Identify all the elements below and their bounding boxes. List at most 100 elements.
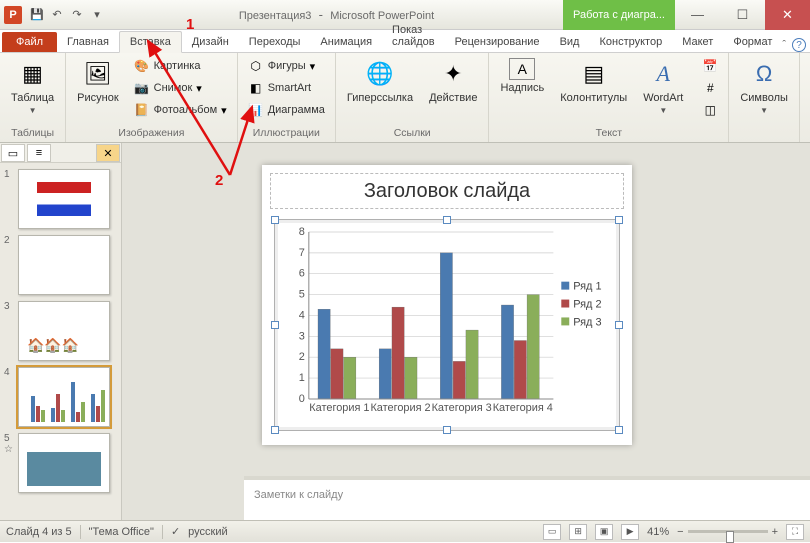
tab-review[interactable]: Рецензирование (445, 32, 550, 52)
svg-text:7: 7 (299, 247, 305, 259)
svg-text:5: 5 (299, 289, 305, 301)
tab-chart-design[interactable]: Конструктор (589, 32, 672, 52)
svg-text:Ряд 3: Ряд 3 (573, 316, 601, 328)
normal-view-button[interactable]: ▭ (543, 524, 561, 540)
chart-plot: 012345678Категория 1Категория 2Категория… (281, 226, 613, 423)
zoom-in-button[interactable]: + (772, 526, 778, 538)
thumbnail-3[interactable]: 3 (4, 301, 117, 361)
tab-chart-layout[interactable]: Макет (672, 32, 723, 52)
ribbon: ▦ Таблица ▼ Таблицы 🖼 Рисунок 🎨Картинка … (0, 53, 810, 143)
spellcheck-icon[interactable]: ✓ (171, 525, 180, 538)
wordart-button[interactable]: A WordArt ▼ (638, 55, 688, 118)
action-icon: ✦ (437, 58, 469, 90)
svg-text:Категория 2: Категория 2 (370, 402, 430, 414)
chart-object[interactable]: 012345678Категория 1Категория 2Категория… (274, 219, 620, 431)
table-button[interactable]: ▦ Таблица ▼ (6, 55, 59, 118)
date-button[interactable]: 📅 (698, 56, 722, 76)
object-button[interactable]: ◫ (698, 100, 722, 120)
powerpoint-logo: P (4, 6, 22, 24)
slide-stage[interactable]: Заголовок слайда 012345678Категория 1Кат… (122, 143, 810, 520)
tab-file[interactable]: Файл (2, 32, 57, 52)
notes-pane[interactable]: Заметки к слайду (244, 476, 810, 520)
slide-canvas[interactable]: Заголовок слайда 012345678Категория 1Кат… (262, 165, 632, 445)
thumbnail-4[interactable]: 4 (4, 367, 117, 427)
zoom-track[interactable] (688, 530, 768, 533)
save-icon[interactable]: 💾 (28, 6, 46, 24)
slideshow-view-button[interactable]: ▶ (621, 524, 639, 540)
picture-button[interactable]: 🖼 Рисунок (72, 55, 124, 118)
textbox-icon: A (509, 58, 535, 80)
zoom-slider[interactable]: − + (677, 526, 778, 538)
maximize-button[interactable]: ☐ (720, 0, 765, 30)
zoom-value[interactable]: 41% (647, 526, 669, 538)
tab-animations[interactable]: Анимация (310, 32, 382, 52)
outline-tab[interactable]: ≡ (27, 144, 51, 162)
annotation-1: 1 (186, 16, 194, 33)
picture-icon: 🖼 (82, 58, 114, 90)
window-title: Презентация3 - Microsoft PowerPoint (110, 7, 563, 22)
tab-view[interactable]: Вид (550, 32, 590, 52)
media-button[interactable]: 🔊 Мультимедиа ▼ (806, 55, 810, 118)
textbox-button[interactable]: A Надпись (495, 55, 549, 97)
window-controls: — ☐ ✕ (675, 0, 810, 30)
close-pane-button[interactable]: ✕ (96, 144, 120, 162)
number-icon: # (702, 80, 718, 96)
fit-to-window-button[interactable]: ⛶ (786, 524, 804, 540)
qa-dropdown-icon[interactable]: ▾ (88, 6, 106, 24)
action-button[interactable]: ✦ Действие (424, 55, 482, 107)
svg-text:0: 0 (299, 393, 305, 405)
zoom-thumb[interactable] (726, 531, 734, 543)
reading-view-button[interactable]: ▣ (595, 524, 613, 540)
annotation-2: 2 (215, 172, 223, 189)
thumbnail-2[interactable]: 2 (4, 235, 117, 295)
redo-icon[interactable]: ↷ (68, 6, 86, 24)
svg-text:1: 1 (299, 372, 305, 384)
headerfooter-button[interactable]: ▤ Колонтитулы (555, 55, 632, 107)
doc-name: Презентация3 (239, 10, 312, 22)
theme-name[interactable]: "Тема Office" (89, 526, 154, 538)
group-symbols: Ω Символы ▼ (729, 53, 800, 142)
language[interactable]: русский (188, 526, 227, 538)
workspace: ▭ ≡ ✕ 1 2 3 4 5☆ Заголовок слайда (0, 143, 810, 520)
tab-chart-format[interactable]: Формат (723, 32, 782, 52)
svg-text:2: 2 (299, 351, 305, 363)
sorter-view-button[interactable]: ⊞ (569, 524, 587, 540)
help-icon[interactable]: ? (792, 38, 806, 52)
undo-icon[interactable]: ↶ (48, 6, 66, 24)
omega-icon: Ω (748, 58, 780, 90)
hyperlink-button[interactable]: 🌐 Гиперссылка (342, 55, 418, 107)
svg-text:6: 6 (299, 268, 305, 280)
tab-slideshow[interactable]: Показ слайдов (382, 20, 445, 52)
date-icon: 📅 (702, 58, 718, 74)
zoom-out-button[interactable]: − (677, 526, 683, 538)
chevron-down-icon: ▼ (29, 106, 37, 115)
thumbnail-5[interactable]: 5☆ (4, 433, 117, 493)
contextual-tab-chart-tools[interactable]: Работа с диагра... (563, 0, 675, 30)
slide-thumbnails-pane: ▭ ≡ ✕ 1 2 3 4 5☆ (0, 143, 122, 520)
svg-text:Ряд 1: Ряд 1 (573, 281, 601, 293)
annotation-arrow (130, 25, 270, 185)
group-text: A Надпись ▤ Колонтитулы A WordArt ▼ 📅 # … (489, 53, 729, 142)
slidenum-button[interactable]: # (698, 78, 722, 98)
status-bar: Слайд 4 из 5 "Тема Office" ✓ русский ▭ ⊞… (0, 520, 810, 542)
svg-text:3: 3 (299, 330, 305, 342)
thumbnail-tabs: ▭ ≡ ✕ (0, 143, 121, 163)
slide-title-placeholder[interactable]: Заголовок слайда (270, 173, 624, 209)
hyperlink-icon: 🌐 (364, 58, 396, 90)
quick-access-toolbar: P 💾 ↶ ↷ ▾ (0, 6, 110, 24)
svg-text:4: 4 (299, 309, 305, 321)
object-icon: ◫ (702, 102, 718, 118)
symbols-button[interactable]: Ω Символы ▼ (735, 55, 793, 118)
close-button[interactable]: ✕ (765, 0, 810, 30)
table-icon: ▦ (17, 58, 49, 90)
minimize-button[interactable]: — (675, 0, 720, 30)
tab-home[interactable]: Главная (57, 32, 119, 52)
slides-tab[interactable]: ▭ (1, 144, 25, 162)
svg-text:Категория 3: Категория 3 (432, 402, 492, 414)
wordart-icon: A (647, 58, 679, 90)
ribbon-minimize-icon[interactable]: ˆ (782, 39, 786, 51)
slide-position[interactable]: Слайд 4 из 5 (6, 526, 72, 538)
svg-text:8: 8 (299, 226, 305, 238)
thumbnail-1[interactable]: 1 (4, 169, 117, 229)
svg-text:Ряд 2: Ряд 2 (573, 299, 601, 311)
